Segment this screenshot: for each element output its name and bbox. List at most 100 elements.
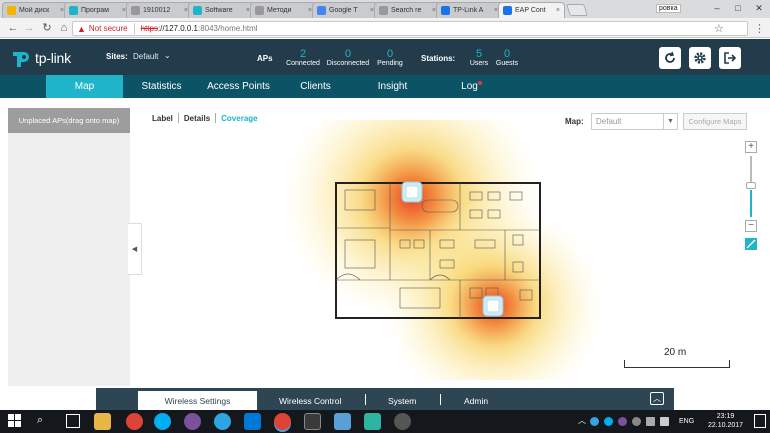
chevron-down-icon[interactable]: ⌄ [164, 51, 171, 60]
volume-icon[interactable] [660, 417, 669, 426]
view-label-toggle[interactable]: Label [152, 114, 173, 123]
browser-tab[interactable]: Google T × [312, 2, 379, 18]
unplaced-aps-panel[interactable] [8, 108, 130, 386]
drive-icon [7, 6, 16, 15]
skype-tray-icon[interactable] [604, 417, 613, 426]
tplink-icon [503, 6, 512, 15]
browser-tab[interactable]: 1910012 × [126, 2, 193, 18]
tplink-logo-text: tp-link [35, 50, 71, 66]
tray-icon[interactable] [590, 417, 599, 426]
divider [177, 113, 179, 123]
search-icon[interactable]: ⌕ [37, 414, 43, 427]
ruler-icon[interactable] [745, 238, 757, 250]
zoom-slider-handle[interactable] [746, 182, 756, 189]
app-icon[interactable] [394, 413, 411, 430]
reload-icon[interactable]: ↻ [40, 21, 54, 35]
stations-users-stat[interactable]: 5 Users [466, 48, 492, 67]
close-icon[interactable]: × [556, 7, 560, 14]
zoom-slider-track[interactable] [750, 156, 752, 184]
zoom-slider-fill[interactable] [750, 190, 752, 217]
new-tab-button[interactable] [566, 4, 588, 16]
skype-icon[interactable] [154, 413, 171, 430]
browser-tab[interactable]: Програм × [64, 2, 131, 18]
battery-icon[interactable] [646, 417, 655, 426]
back-icon[interactable]: ← [6, 21, 20, 35]
home-icon[interactable]: ⌂ [57, 21, 71, 35]
browser-tab[interactable]: Software × [188, 2, 255, 18]
tplink-logo-icon [13, 52, 29, 67]
software-icon [193, 6, 202, 15]
aps-pending-stat[interactable]: 0 Pending [373, 48, 407, 67]
settings-tab-wireless-settings[interactable]: Wireless Settings [138, 391, 257, 410]
minimize-icon[interactable]: – [710, 2, 724, 14]
settings-tab-wireless-control[interactable]: Wireless Control [279, 396, 341, 406]
terminal-icon[interactable] [304, 413, 321, 430]
divider [215, 113, 217, 123]
clock[interactable]: 23:19 22.10.2017 [708, 412, 743, 430]
stations-guests-stat[interactable]: 0 Guests [494, 48, 520, 67]
divider [365, 394, 366, 405]
settings-tab-system[interactable]: System [388, 396, 416, 406]
collapse-panel-button[interactable]: ◀ [128, 223, 142, 275]
configure-maps-button[interactable]: Configure Maps [683, 113, 747, 130]
browser-tab[interactable]: Search re × [374, 2, 441, 18]
main-nav: Map Statistics Access Points Clients Ins… [0, 75, 770, 98]
tab-map[interactable]: Map [46, 75, 123, 98]
refresh-icon [665, 51, 675, 63]
tab-statistics[interactable]: Statistics [123, 75, 200, 98]
language-indicator[interactable]: ENG [679, 418, 694, 425]
refresh-button[interactable] [659, 47, 681, 69]
viber-icon[interactable] [184, 413, 201, 430]
aps-connected-stat[interactable]: 2 Connected [283, 48, 323, 67]
viber-tray-icon[interactable] [618, 417, 627, 426]
view-details-toggle[interactable]: Details [184, 114, 210, 123]
chrome-icon[interactable] [126, 413, 143, 430]
file-explorer-icon[interactable] [94, 413, 111, 430]
chevron-up-icon[interactable]: ︿ [578, 415, 586, 426]
browser-tab[interactable]: Методи × [250, 2, 317, 18]
sites-select[interactable]: Default [133, 52, 158, 61]
telegram-icon[interactable] [214, 413, 231, 430]
tab-access-points[interactable]: Access Points [200, 75, 277, 98]
aps-label: APs [257, 54, 273, 63]
access-point-marker[interactable] [482, 295, 504, 317]
chevron-up-icon[interactable]: ︿ [650, 392, 664, 405]
tools-icon[interactable] [364, 413, 381, 430]
notifications-icon[interactable] [754, 414, 766, 428]
page-icon [379, 6, 388, 15]
browser-tab[interactable]: Мой диск × [2, 2, 69, 18]
zoom-in-button[interactable]: + [745, 141, 757, 153]
logout-button[interactable] [719, 47, 741, 69]
bookmark-star-icon[interactable]: ☆ [714, 22, 724, 35]
url-host: ://127.0.0.1 [157, 24, 198, 33]
task-view-icon[interactable] [66, 414, 80, 428]
sites-label: Sites: [106, 52, 128, 61]
edge-icon[interactable] [244, 413, 261, 430]
gear-icon [694, 52, 706, 64]
windows-start-icon[interactable] [8, 414, 22, 428]
chevron-down-icon: ▼ [663, 114, 677, 129]
browser-tab-active[interactable]: EAP Cont × [498, 2, 565, 18]
forward-icon[interactable]: → [22, 21, 36, 35]
app-icon[interactable] [334, 413, 351, 430]
url-path: :8043/home.html [197, 24, 258, 33]
clock-date: 22.10.2017 [708, 422, 744, 429]
maximize-icon[interactable]: □ [731, 2, 745, 14]
page-icon [255, 6, 264, 15]
tab-clients[interactable]: Clients [277, 75, 354, 98]
window-user-label: ровка [656, 4, 681, 13]
access-point-marker[interactable] [401, 181, 423, 203]
chrome-active-icon[interactable] [274, 413, 291, 430]
network-icon[interactable] [632, 417, 641, 426]
url-field[interactable]: ▲ Not secure https://127.0.0.1:8043/home… [72, 21, 748, 36]
tab-log[interactable]: Log [431, 75, 508, 98]
tab-insight[interactable]: Insight [354, 75, 431, 98]
browser-tab[interactable]: TP-Link A × [436, 2, 503, 18]
zoom-out-button[interactable]: − [745, 220, 757, 232]
close-window-icon[interactable]: ✕ [752, 2, 766, 14]
settings-tab-admin[interactable]: Admin [464, 396, 488, 406]
map-canvas[interactable] [230, 120, 630, 380]
aps-disconnected-stat[interactable]: 0 Disconnected [324, 48, 372, 67]
settings-button[interactable] [689, 47, 711, 69]
menu-icon[interactable]: ⋮ [754, 22, 765, 35]
